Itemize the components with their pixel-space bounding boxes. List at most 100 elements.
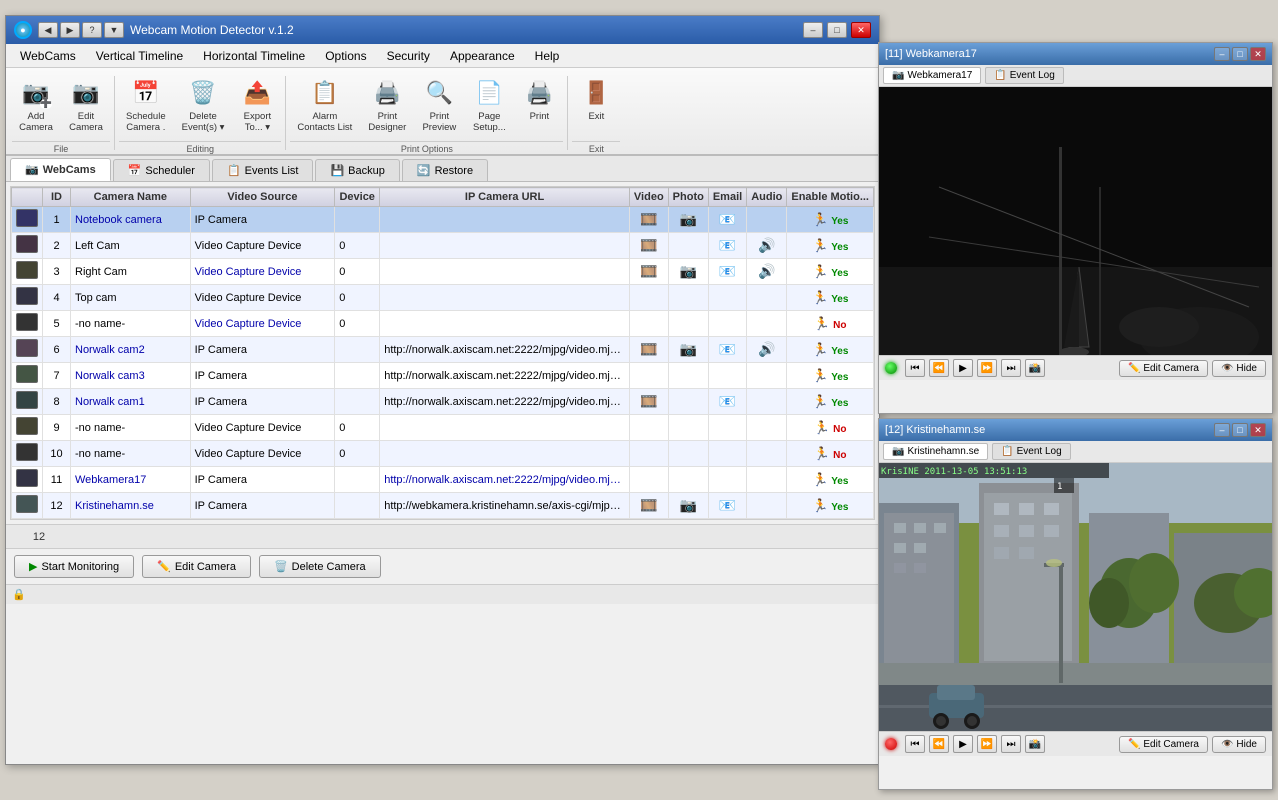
- cam-email: 📧: [708, 389, 746, 415]
- table-row[interactable]: 5-no name-Video Capture Device0🏃 No: [12, 311, 874, 337]
- cam-win-11-edit-icon: ✏️: [1128, 363, 1140, 374]
- menu-help[interactable]: Help: [525, 47, 570, 65]
- tab-webcams[interactable]: 📷 WebCams: [10, 158, 111, 181]
- cam-source: Video Capture Device: [190, 285, 335, 311]
- cam-win-12-close[interactable]: ✕: [1250, 423, 1266, 437]
- cam-photo: [668, 363, 708, 389]
- delete-events-btn[interactable]: 🗑️ DeleteEvent(s) ▾: [175, 72, 232, 139]
- col-source[interactable]: Video Source: [190, 188, 335, 207]
- cam-url: [380, 207, 630, 233]
- cam-device: 0: [335, 233, 380, 259]
- cam-win-12-restore[interactable]: □: [1232, 423, 1248, 437]
- cam-name: Right Cam: [71, 259, 191, 285]
- edit-camera-bottom-btn[interactable]: ✏️ Edit Camera: [142, 555, 251, 578]
- tab-scheduler-label: Scheduler: [145, 165, 195, 177]
- cam-win-11-tab-events[interactable]: 📋 Event Log: [985, 67, 1064, 84]
- table-row[interactable]: 7Norwalk cam3IP Camerahttp://norwalk.axi…: [12, 363, 874, 389]
- cam-photo: 📷: [668, 493, 708, 519]
- alarm-contacts-btn[interactable]: 📋 AlarmContacts List: [290, 72, 359, 139]
- menu-bar: WebCams Vertical Timeline Horizontal Tim…: [6, 44, 879, 68]
- cam-win-12-forward-btn[interactable]: ⏩: [977, 735, 997, 753]
- cam-win-12-tab-events[interactable]: 📋 Event Log: [992, 443, 1071, 460]
- table-row[interactable]: 9-no name-Video Capture Device0🏃 No: [12, 415, 874, 441]
- cam-win-11-minimize[interactable]: –: [1214, 47, 1230, 61]
- cam-win-12-tab-camera[interactable]: 📷 Kristinehamn.se: [883, 443, 988, 460]
- schedule-camera-btn[interactable]: 📅 ScheduleCamera .: [119, 72, 173, 139]
- col-email[interactable]: Email: [708, 188, 746, 207]
- cam-device: 0: [335, 415, 380, 441]
- table-row[interactable]: 12Kristinehamn.seIP Camerahttp://webkame…: [12, 493, 874, 519]
- tab-events-list[interactable]: 📋 Events List: [212, 159, 314, 181]
- table-row[interactable]: 10-no name-Video Capture Device0🏃 No: [12, 441, 874, 467]
- cam-win-11-tab-camera[interactable]: 📷 Webkamera17: [883, 67, 981, 84]
- cam-motion: 🏃 No: [787, 415, 874, 441]
- start-monitoring-btn[interactable]: ▶ Start Monitoring: [14, 555, 134, 578]
- cam-win-11-snapshot-btn[interactable]: 📸: [1025, 359, 1045, 377]
- table-row[interactable]: 11Webkamera17IP Camerahttp://norwalk.axi…: [12, 467, 874, 493]
- cam-motion: 🏃 Yes: [787, 285, 874, 311]
- print-designer-btn[interactable]: 🖨️ PrintDesigner: [361, 72, 413, 139]
- menu-htimeline[interactable]: Horizontal Timeline: [193, 47, 315, 65]
- cam-win-11-next-btn[interactable]: ⏭: [1001, 359, 1021, 377]
- col-name[interactable]: Camera Name: [71, 188, 191, 207]
- table-area: ID Camera Name Video Source Device IP Ca…: [6, 182, 879, 524]
- close-btn[interactable]: ✕: [851, 22, 871, 38]
- cam-win-11-hide-btn[interactable]: 👁️ Hide: [1212, 360, 1266, 377]
- edit-camera-ribbon-btn[interactable]: 📷 EditCamera: [62, 72, 110, 139]
- cam-email: [708, 311, 746, 337]
- page-setup-btn[interactable]: 📄 PageSetup...: [465, 72, 513, 139]
- col-audio[interactable]: Audio: [747, 188, 787, 207]
- table-row[interactable]: 1Notebook cameraIP Camera🎞️📷📧🏃 Yes: [12, 207, 874, 233]
- cam-win-12-snapshot-btn[interactable]: 📸: [1025, 735, 1045, 753]
- tab-backup[interactable]: 💾 Backup: [315, 159, 399, 181]
- cam-win-12-minimize[interactable]: –: [1214, 423, 1230, 437]
- export-btn[interactable]: 📤 ExportTo... ▾: [233, 72, 281, 139]
- cam-win-11-restore[interactable]: □: [1232, 47, 1248, 61]
- cam-win-11-play-btn[interactable]: ▶: [953, 359, 973, 377]
- menu-appearance[interactable]: Appearance: [440, 47, 525, 65]
- cam-win-12-next-btn[interactable]: ⏭: [1001, 735, 1021, 753]
- menu-security[interactable]: Security: [377, 47, 440, 65]
- cam-win-12-edit-btn[interactable]: ✏️ Edit Camera: [1119, 736, 1208, 753]
- main-window: ● ◀ ▶ ? ▼ Webcam Motion Detector v.1.2 –…: [5, 15, 880, 765]
- add-camera-btn[interactable]: 📷 ➕ AddCamera: [12, 72, 60, 139]
- menu-webcams[interactable]: WebCams: [10, 47, 86, 65]
- cam-win-12-hide-btn[interactable]: 👁️ Hide: [1212, 736, 1266, 753]
- cam-win-11-edit-btn[interactable]: ✏️ Edit Camera: [1119, 360, 1208, 377]
- cam-win-11-rewind-btn[interactable]: ⏪: [929, 359, 949, 377]
- cam-win-11-prev-btn[interactable]: ⏮: [905, 359, 925, 377]
- toolbar-btn-fwd[interactable]: ▶: [60, 22, 80, 38]
- menu-options[interactable]: Options: [315, 47, 376, 65]
- col-video[interactable]: Video: [629, 188, 668, 207]
- cam-win-12-rewind-btn[interactable]: ⏪: [929, 735, 949, 753]
- menu-vtimeline[interactable]: Vertical Timeline: [86, 47, 193, 65]
- cam-win-11-forward-btn[interactable]: ⏩: [977, 359, 997, 377]
- camera-table-container[interactable]: ID Camera Name Video Source Device IP Ca…: [10, 186, 875, 520]
- print-btn[interactable]: 🖨️ Print: [515, 72, 563, 139]
- col-url[interactable]: IP Camera URL: [380, 188, 630, 207]
- tab-restore[interactable]: 🔄 Restore: [402, 159, 488, 181]
- toolbar-btn-dropdown[interactable]: ▼: [104, 22, 124, 38]
- delete-camera-btn[interactable]: 🗑️ Delete Camera: [259, 555, 381, 578]
- cam-win-11-close[interactable]: ✕: [1250, 47, 1266, 61]
- tab-scheduler[interactable]: 📅 Scheduler: [113, 159, 210, 181]
- cam-win-11-tab-bar: 📷 Webkamera17 📋 Event Log: [879, 65, 1272, 87]
- toolbar-btn-help[interactable]: ?: [82, 22, 102, 38]
- cam-win-12-prev-btn[interactable]: ⏮: [905, 735, 925, 753]
- table-row[interactable]: 3Right CamVideo Capture Device0🎞️📷📧🔊🏃 Ye…: [12, 259, 874, 285]
- col-photo[interactable]: Photo: [668, 188, 708, 207]
- toolbar-btn-back[interactable]: ◀: [38, 22, 58, 38]
- table-row[interactable]: 2Left CamVideo Capture Device0🎞️📧🔊🏃 Yes: [12, 233, 874, 259]
- col-device[interactable]: Device: [335, 188, 380, 207]
- print-preview-btn[interactable]: 🔍 PrintPreview: [415, 72, 463, 139]
- exit-btn[interactable]: 🚪 Exit: [572, 72, 620, 139]
- table-row[interactable]: 6Norwalk cam2IP Camerahttp://norwalk.axi…: [12, 337, 874, 363]
- cam-win-12-play-btn[interactable]: ▶: [953, 735, 973, 753]
- table-row[interactable]: 4Top camVideo Capture Device0🏃 Yes: [12, 285, 874, 311]
- col-motion[interactable]: Enable Motio...: [787, 188, 874, 207]
- cam-photo: 📷: [668, 259, 708, 285]
- minimize-btn[interactable]: –: [803, 22, 823, 38]
- table-row[interactable]: 8Norwalk cam1IP Camerahttp://norwalk.axi…: [12, 389, 874, 415]
- restore-btn[interactable]: □: [827, 22, 847, 38]
- col-id[interactable]: ID: [43, 188, 71, 207]
